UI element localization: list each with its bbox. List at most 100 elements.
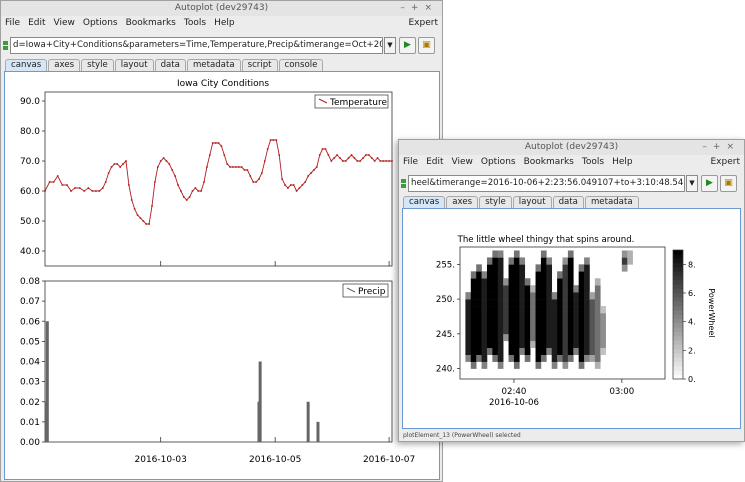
wheel-cell	[465, 326, 472, 335]
precip-y-tick-label: 0.08	[20, 277, 40, 287]
wheel-cell	[530, 285, 536, 293]
main-tabs: canvas axes style layout data metadata script c…	[5, 59, 324, 71]
temp-point	[379, 160, 382, 162]
temp-y-tick-label: 40.0	[20, 247, 40, 257]
wheel-cell	[524, 313, 531, 321]
url-input[interactable]: heel&timerange=2016-10-06+2:23:56.049107…	[408, 175, 685, 192]
temp-point	[359, 160, 361, 162]
wheel-cell	[497, 257, 504, 265]
wheel-cell	[621, 264, 628, 272]
url-input[interactable]: d=Iowa+City+Conditions&parameters=Time,T…	[10, 37, 383, 54]
wheel-cell	[562, 340, 569, 349]
wheel-cell	[513, 250, 520, 258]
colorbar-swatch	[673, 357, 683, 363]
tab-style[interactable]: style	[81, 59, 114, 71]
wheel-cell	[481, 347, 488, 355]
colorbar-swatch	[673, 374, 683, 380]
tab-layout[interactable]: layout	[512, 196, 552, 208]
wheel-cell	[481, 326, 488, 335]
menu-edit[interactable]: Edit	[422, 155, 447, 169]
menu-view[interactable]: View	[448, 155, 477, 169]
temp-point	[220, 145, 223, 147]
wheel-cell	[562, 285, 569, 293]
menu-options[interactable]: Options	[79, 16, 122, 30]
tab-style[interactable]: style	[479, 196, 512, 208]
wheel-cell	[578, 299, 585, 307]
second-window-controls[interactable]: –+×	[702, 140, 740, 155]
precip-bar	[258, 361, 262, 442]
tab-metadata[interactable]: metadata	[584, 196, 639, 208]
menu-bookmarks[interactable]: Bookmarks	[122, 16, 180, 30]
wheel-cell	[540, 347, 547, 355]
temp-point	[194, 187, 197, 189]
colorbar-swatch	[673, 305, 683, 311]
tab-canvas[interactable]: canvas	[403, 196, 446, 208]
menu-view[interactable]: View	[50, 16, 79, 30]
menu-help[interactable]: Help	[210, 16, 239, 30]
wheel-cell	[584, 333, 590, 342]
url-dropdown-button[interactable]: ▼	[384, 37, 396, 54]
plot-button[interactable]: ▶	[399, 37, 416, 54]
temp-point	[298, 187, 301, 189]
wheel-cell	[486, 285, 493, 293]
menu-edit[interactable]: Edit	[24, 16, 49, 30]
temp-point	[151, 205, 153, 207]
menu-file[interactable]: File	[399, 155, 422, 169]
wheel-cell	[470, 354, 477, 362]
colorbar-label: PowerWheel	[707, 288, 716, 337]
tab-console[interactable]: console	[278, 59, 324, 71]
menu-help[interactable]: Help	[608, 155, 637, 169]
wheel-cell	[503, 285, 509, 293]
tab-canvas[interactable]: canvas	[5, 59, 48, 71]
menu-bookmarks[interactable]: Bookmarks	[520, 155, 578, 169]
tab-data[interactable]: data	[552, 196, 584, 208]
wheel-cell	[584, 292, 590, 300]
wheel-cell	[513, 264, 520, 272]
wheel-cell	[470, 347, 477, 355]
wheel-cell	[513, 278, 520, 286]
wheel-cell	[584, 278, 590, 286]
temp-point	[362, 157, 364, 159]
main-titlebar[interactable]: Autoplot (dev29743) –+×	[1, 1, 442, 16]
expert-menu[interactable]: Expert	[711, 155, 741, 169]
wheel-cell	[492, 257, 499, 265]
wheel-cell	[486, 292, 493, 300]
tab-axes[interactable]: axes	[446, 196, 479, 208]
menu-file[interactable]: File	[1, 16, 24, 30]
tab-axes[interactable]: axes	[48, 59, 81, 71]
wheel-cell	[497, 347, 504, 355]
wheel-cell	[551, 292, 558, 300]
temp-y-axis: 40.0 50.0 60.0 70.0 80.0 90.0	[20, 97, 45, 257]
wheel-cell	[530, 333, 536, 342]
wheel-cell	[562, 299, 569, 307]
window-controls[interactable]: –+×	[400, 1, 438, 16]
second-canvas[interactable]: The little wheel thingy that spins aroun…	[402, 208, 741, 429]
wheel-cell	[567, 292, 574, 300]
temp-point	[339, 157, 341, 159]
menu-options[interactable]: Options	[477, 155, 520, 169]
wheel-cell	[524, 292, 531, 300]
tab-data[interactable]: data	[154, 59, 186, 71]
menu-tools[interactable]: Tools	[180, 16, 210, 30]
expert-menu[interactable]: Expert	[409, 16, 439, 30]
wheel-cell	[524, 347, 531, 355]
bookmark-button[interactable]: ▣	[720, 175, 737, 192]
tab-script[interactable]: script	[241, 59, 278, 71]
second-titlebar[interactable]: Autoplot (dev29743) –+×	[399, 140, 744, 155]
wheel-cell	[562, 333, 569, 342]
temp-point	[52, 181, 55, 183]
colorbar-tick-label: 8.	[688, 260, 696, 269]
wheel-cell	[584, 319, 590, 328]
wheel-cell	[546, 264, 553, 272]
bookmark-button[interactable]: ▣	[418, 37, 435, 54]
plot-button[interactable]: ▶	[701, 175, 718, 192]
wheel-y-tick-label: 255.	[436, 260, 455, 270]
menu-tools[interactable]: Tools	[578, 155, 608, 169]
tab-metadata[interactable]: metadata	[186, 59, 241, 71]
url-dropdown-button[interactable]: ▼	[686, 175, 698, 192]
temp-point	[289, 184, 292, 186]
main-canvas[interactable]: Iowa City Conditions 40.0 50.0 60.0 70.0 80.…	[4, 71, 440, 480]
wheel-cell	[476, 299, 482, 307]
wheel-cell	[503, 326, 509, 335]
tab-layout[interactable]: layout	[114, 59, 154, 71]
